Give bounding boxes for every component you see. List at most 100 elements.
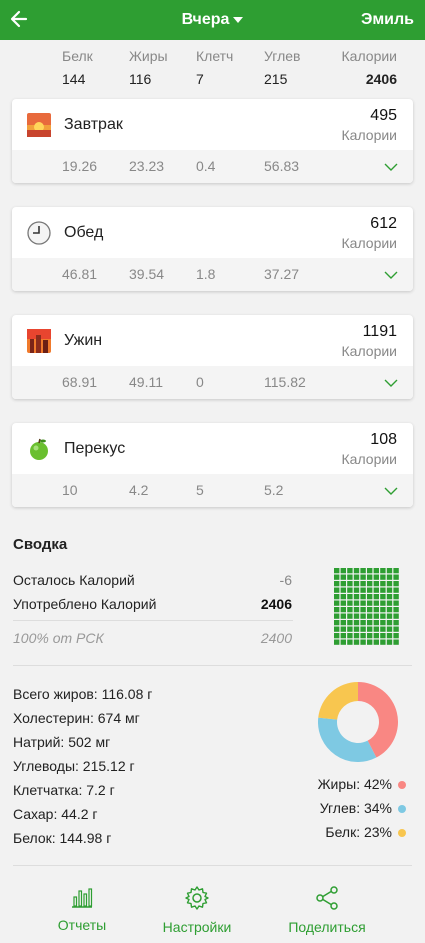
macro-fat: 4.2 bbox=[129, 482, 149, 498]
grid-cell bbox=[360, 613, 366, 619]
macro-carbs: 5.2 bbox=[264, 482, 284, 498]
grid-cell bbox=[373, 633, 379, 639]
meal-card-dinner[interactable]: Ужин 1191 Калории 68.91 49.11 0 115.82 bbox=[12, 315, 413, 399]
legend-carbs: Углев: 34% bbox=[320, 800, 406, 816]
grid-cell bbox=[367, 633, 373, 639]
reports-button[interactable]: Отчеты bbox=[52, 885, 112, 933]
meal-card-snack[interactable]: Перекус 108 Калории 10 4.2 5 5.2 bbox=[12, 423, 413, 507]
grid-cell bbox=[393, 587, 399, 593]
grid-cell bbox=[386, 607, 393, 613]
grid-cell bbox=[353, 620, 360, 626]
meal-card-lunch[interactable]: Обед 612 Калории 46.81 39.54 1.8 37.27 bbox=[12, 207, 413, 291]
grid-cell bbox=[340, 639, 346, 645]
grid-cell bbox=[367, 626, 373, 632]
grid-cell bbox=[347, 613, 353, 619]
grid-cell bbox=[347, 600, 353, 606]
share-label: Поделиться bbox=[288, 919, 366, 935]
grid-cell bbox=[386, 620, 393, 626]
chevron-down-icon[interactable] bbox=[384, 376, 398, 390]
gear-icon bbox=[185, 886, 209, 910]
nutrient-cholesterol: Холестерин: 674 мг bbox=[13, 710, 140, 726]
macro-fat: 23.23 bbox=[129, 158, 165, 174]
grid-cell bbox=[334, 587, 340, 593]
macro-carbs: 115.82 bbox=[264, 374, 306, 390]
grid-cell bbox=[353, 574, 360, 580]
legend-protein: Белк: 23% bbox=[325, 824, 406, 840]
chevron-down-icon[interactable] bbox=[384, 484, 398, 498]
grid-cell bbox=[347, 626, 353, 632]
meal-header[interactable]: Обед 612 Калории bbox=[12, 207, 413, 257]
nutrient-sugar: Сахар: 44.2 г bbox=[13, 806, 98, 822]
grid-cell bbox=[360, 581, 366, 587]
grid-cell bbox=[393, 620, 399, 626]
grid-cell bbox=[347, 581, 353, 587]
grid-cell bbox=[367, 587, 373, 593]
grid-cell bbox=[393, 639, 399, 645]
caret-down-icon bbox=[233, 16, 244, 23]
grid-cell bbox=[386, 587, 393, 593]
total-protein: Белк 144 bbox=[62, 48, 93, 87]
remaining-calories-label: Осталось Калорий bbox=[13, 572, 135, 588]
grid-cell bbox=[347, 587, 353, 593]
grid-cell bbox=[334, 633, 340, 639]
grid-cell bbox=[340, 620, 346, 626]
grid-cell bbox=[393, 600, 399, 606]
grid-cell bbox=[347, 633, 353, 639]
meal-card-breakfast[interactable]: Завтрак 495 Калории 19.26 23.23 0.4 56.8… bbox=[12, 99, 413, 183]
grid-cell bbox=[386, 574, 393, 580]
grid-cell bbox=[334, 594, 340, 600]
grid-cell bbox=[367, 620, 373, 626]
grid-cell bbox=[334, 568, 340, 574]
grid-cell bbox=[340, 574, 346, 580]
rsk-value: 2400 bbox=[260, 630, 292, 646]
share-button[interactable]: Поделиться bbox=[280, 885, 374, 935]
legend-fat: Жиры: 42% bbox=[318, 776, 406, 792]
legend-dot bbox=[398, 805, 406, 814]
meal-header[interactable]: Завтрак 495 Калории bbox=[12, 99, 413, 149]
chevron-down-icon[interactable] bbox=[384, 268, 398, 282]
grid-cell bbox=[340, 613, 346, 619]
grid-cell bbox=[360, 574, 366, 580]
grid-cell bbox=[360, 626, 366, 632]
grid-cell bbox=[380, 568, 386, 574]
grid-cell bbox=[353, 607, 360, 613]
grid-cell bbox=[380, 607, 386, 613]
grid-cell bbox=[386, 613, 393, 619]
grid-cell bbox=[340, 594, 346, 600]
grid-cell bbox=[380, 587, 386, 593]
grid-cell bbox=[380, 581, 386, 587]
settings-button[interactable]: Настройки bbox=[154, 885, 240, 935]
macro-donut-chart bbox=[318, 682, 398, 762]
meal-calories: 612 Калории bbox=[341, 215, 397, 251]
grid-cell bbox=[367, 607, 373, 613]
apple-icon bbox=[30, 438, 48, 460]
grid-cell bbox=[353, 587, 360, 593]
grid-cell bbox=[393, 581, 399, 587]
grid-cell bbox=[353, 626, 360, 632]
grid-cell bbox=[373, 581, 379, 587]
macro-protein: 19.26 bbox=[62, 158, 98, 174]
bottom-nav: Отчеты Настройки Поделиться bbox=[0, 885, 425, 943]
grid-cell bbox=[367, 639, 373, 645]
meal-macros: 46.81 39.54 1.8 37.27 bbox=[12, 258, 413, 291]
macro-fiber: 5 bbox=[196, 482, 204, 498]
grid-cell bbox=[360, 620, 366, 626]
grid-cell bbox=[393, 574, 399, 580]
grid-cell bbox=[347, 568, 353, 574]
grid-cell bbox=[380, 626, 386, 632]
grid-cell bbox=[360, 594, 366, 600]
grid-cell bbox=[373, 587, 379, 593]
macro-fiber: 0.4 bbox=[196, 158, 216, 174]
meal-header[interactable]: Перекус 108 Калории bbox=[12, 423, 413, 473]
grid-cell bbox=[380, 613, 386, 619]
grid-cell bbox=[367, 581, 373, 587]
grid-cell bbox=[373, 613, 379, 619]
user-name[interactable]: Эмиль bbox=[361, 11, 414, 29]
meal-header[interactable]: Ужин 1191 Калории bbox=[12, 315, 413, 365]
grid-cell bbox=[347, 594, 353, 600]
macro-protein: 68.91 bbox=[62, 374, 98, 390]
grid-cell bbox=[334, 613, 340, 619]
grid-cell bbox=[334, 600, 340, 606]
meal-name: Перекус bbox=[64, 440, 126, 457]
chevron-down-icon[interactable] bbox=[384, 160, 398, 174]
